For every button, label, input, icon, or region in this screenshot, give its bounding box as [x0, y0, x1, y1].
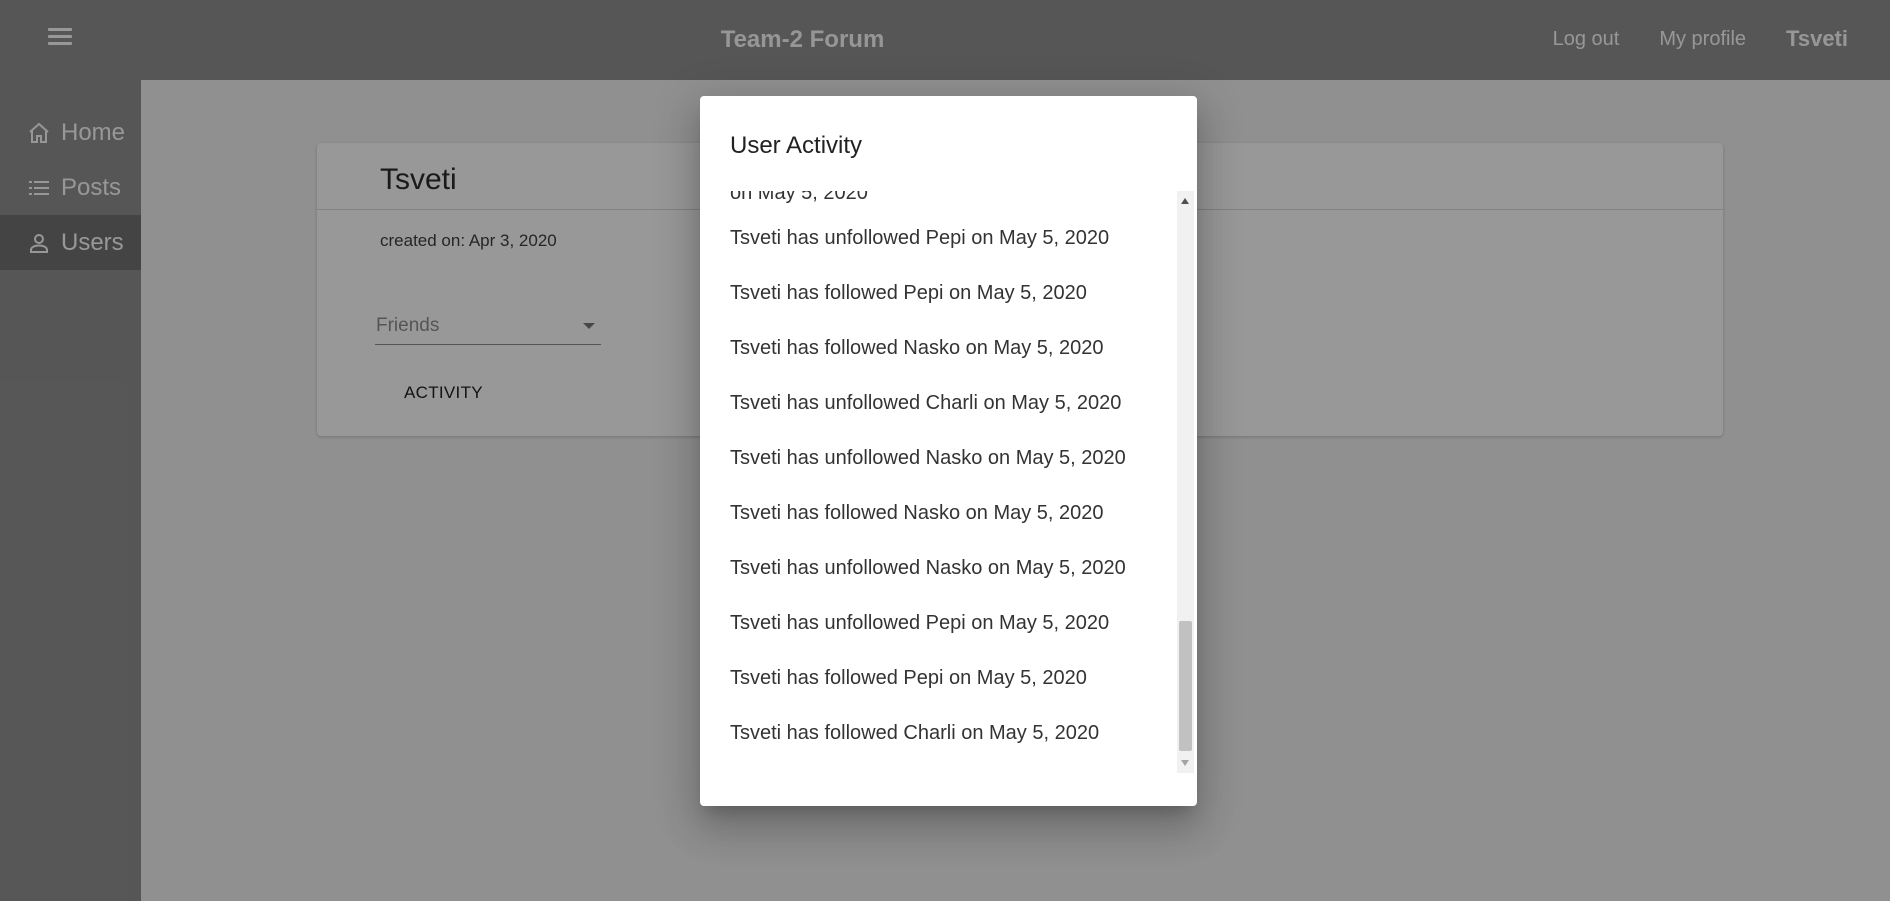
activity-item: Tsveti has followed Pepi on May 5, 2020	[730, 667, 1087, 689]
scroll-down-arrow-icon[interactable]	[1181, 760, 1189, 766]
activity-item: Tsveti has unfollowed Nasko on May 5, 20…	[730, 447, 1126, 469]
activity-item: Tsveti has followed Pepi on May 5, 2020	[730, 282, 1087, 304]
scroll-up-arrow-icon[interactable]	[1181, 198, 1189, 204]
activity-item: Tsveti has followed Charli on May 5, 202…	[730, 722, 1100, 744]
scrollbar-thumb[interactable]	[1179, 621, 1192, 751]
activity-item: Tsveti has unfollowed Pepi on May 5, 202…	[730, 227, 1110, 249]
activity-item: Tsveti has unfollowed Pepi on May 5, 202…	[730, 612, 1110, 634]
activity-list[interactable]: on May 5, 2020 Tsveti has unfollowed Pep…	[730, 191, 1157, 773]
activity-item: on May 5, 2020	[730, 191, 868, 204]
user-activity-dialog: User Activity on May 5, 2020 Tsveti has …	[700, 96, 1197, 806]
activity-item: Tsveti has unfollowed Nasko on May 5, 20…	[730, 557, 1126, 579]
activity-item: Tsveti has followed Nasko on May 5, 2020	[730, 337, 1104, 359]
dialog-title: User Activity	[730, 132, 863, 159]
activity-scrollbar[interactable]	[1177, 191, 1194, 773]
activity-item: Tsveti has unfollowed Charli on May 5, 2…	[730, 392, 1122, 414]
activity-item: Tsveti has followed Nasko on May 5, 2020	[730, 502, 1104, 524]
